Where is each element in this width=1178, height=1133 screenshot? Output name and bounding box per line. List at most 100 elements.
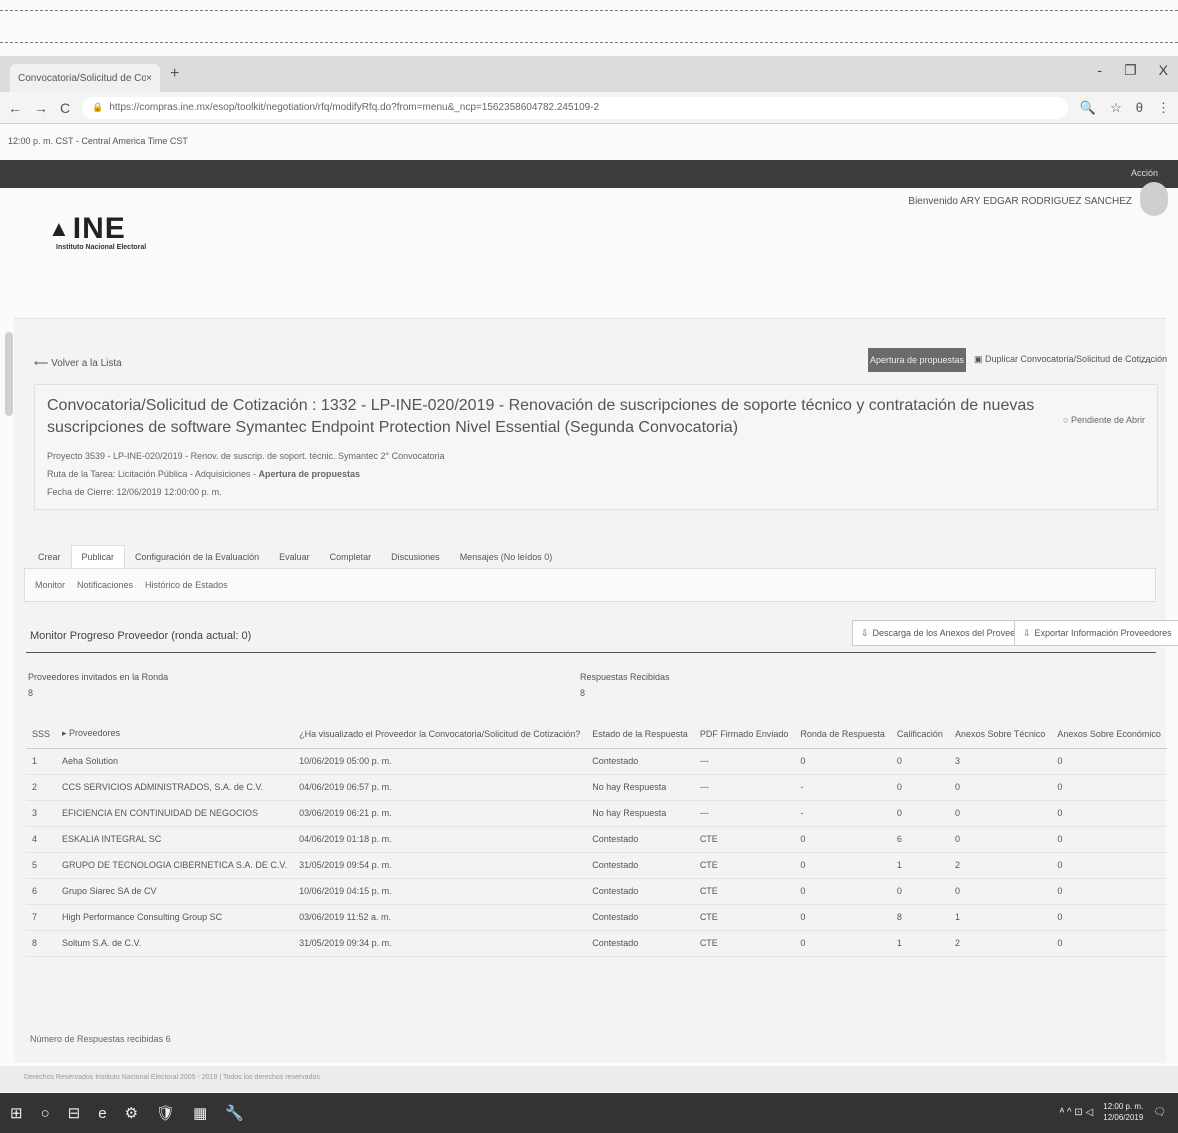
minimize-icon[interactable]: - (1097, 62, 1102, 79)
table-cell: 0 (948, 878, 1052, 905)
col-estado[interactable]: Estado de la Respuesta (586, 720, 694, 749)
back-icon: ⟵ (34, 358, 49, 369)
supplier-name-cell[interactable]: CCS SERVICIOS ADMINISTRADOS, S.A. de C.V… (56, 774, 294, 801)
page: Convocatoria/Solicitud de Coti × + - ❐ X… (0, 0, 1178, 1133)
table-header-row: SSS ▸ Proveedores ¿Ha visualizado el Pro… (26, 720, 1167, 749)
back-arrow-icon[interactable]: ← (8, 100, 22, 116)
export-info-button[interactable]: ⇩ Exportar Información Proveedores (1014, 620, 1178, 646)
table-cell: 3 (26, 800, 57, 827)
scrollbar[interactable] (5, 332, 13, 416)
avatar[interactable] (1140, 182, 1168, 216)
browser-toolbar: ← → C 🔒 https://compras.ine.mx/esop/tool… (0, 92, 1178, 124)
col-anexos-tecnico[interactable]: Anexos Sobre Técnico (948, 720, 1052, 749)
table-cell: 0 (890, 800, 949, 827)
supplier-name-cell[interactable]: Grupo Siarec SA de CV (56, 878, 294, 905)
window-controls: - ❐ X (1097, 62, 1168, 79)
maximize-icon[interactable]: ❐ (1124, 62, 1137, 79)
col-calificacion[interactable]: Calificación (890, 720, 949, 749)
table-cell: 0 (1051, 904, 1167, 931)
tool-icon[interactable]: 🔧 (225, 1104, 244, 1122)
apertura-propuestas-button[interactable]: Apertura de propuestas (868, 348, 966, 372)
table-cell: 7 (26, 904, 57, 931)
close-tab-icon[interactable]: × (146, 73, 152, 84)
subtab-monitor[interactable]: Monitor (35, 580, 65, 590)
col-visualizado[interactable]: ¿Ha visualizado el Proveedor la Convocat… (293, 720, 587, 749)
table-cell: 0 (1051, 878, 1167, 905)
table-cell: Contestado (586, 930, 694, 957)
table-cell: 8 (26, 930, 57, 957)
received-count: 8 (580, 688, 586, 698)
clock[interactable]: 12:00 p. m. 12/06/2019 (1103, 1101, 1143, 1123)
back-to-list-link[interactable]: ⟵ Volver a la Lista (34, 358, 122, 369)
tab-discusiones[interactable]: Discusiones (381, 546, 450, 568)
tray-icons[interactable]: ᴬ ^ ⊡ ◁ (1060, 1107, 1094, 1118)
table-cell: 2 (948, 852, 1052, 879)
table-cell: CTE (693, 930, 795, 957)
notification-icon[interactable]: 🗨 (1153, 1107, 1166, 1118)
tab-evaluar[interactable]: Evaluar (269, 546, 320, 568)
col-sss[interactable]: SSS (26, 720, 57, 749)
zoom-icon[interactable]: 🔍 (1080, 100, 1096, 116)
bookmark-star-icon[interactable]: ☆ (1110, 100, 1122, 116)
tab-configuracion[interactable]: Configuración de la Evaluación (125, 546, 269, 568)
col-proveedores[interactable]: ▸ Proveedores (56, 720, 294, 749)
table-cell: 0 (794, 852, 891, 879)
supplier-name-cell[interactable]: GRUPO DE TECNOLOGIA CIBERNETICA S.A. DE … (56, 852, 294, 879)
ine-logo: ▲ INE Instituto Nacional Electoral (48, 212, 158, 251)
lock-icon: 🔒 (92, 102, 104, 112)
route-meta: Ruta de la Tarea: Licitación Pública - A… (47, 469, 360, 479)
timezone-text: 12:00 p. m. CST - Central America Time C… (8, 136, 188, 146)
url-bar[interactable]: 🔒 https://compras.ine.mx/esop/toolkit/ne… (82, 96, 1068, 119)
tab-completar[interactable]: Completar (320, 546, 382, 568)
download-annexes-button[interactable]: ⇩ Descarga de los Anexos del Proveedor (852, 620, 1038, 646)
search-icon[interactable]: ○ (41, 1105, 50, 1122)
table-cell: 0 (1051, 930, 1167, 957)
col-ronda[interactable]: Ronda de Respuesta (794, 720, 891, 749)
section-title: Monitor Progreso Proveedor (ronda actual… (30, 630, 252, 642)
start-icon[interactable]: ⊞ (10, 1104, 23, 1122)
table-cell: Contestado (586, 748, 694, 775)
col-anexos-economico[interactable]: Anexos Sobre Económico (1051, 720, 1167, 749)
browser-right-icons: 🔍 ☆ θ ⋮ (1080, 100, 1170, 116)
close-window-icon[interactable]: X (1159, 62, 1168, 79)
table-cell: 04/06/2019 06:57 p. m. (293, 774, 587, 801)
shield-icon[interactable]: 🛡 (156, 1104, 175, 1122)
subtab-historico[interactable]: Histórico de Estados (145, 580, 228, 590)
table-cell: 0 (1051, 800, 1167, 827)
supplier-name-cell[interactable]: EFICIENCIA EN CONTINUIDAD DE NEGOCIOS (56, 800, 294, 827)
tab-publicar[interactable]: Publicar (70, 545, 126, 568)
task-view-icon[interactable]: ⊟ (68, 1104, 81, 1122)
app-grid-icon[interactable]: ▦ (193, 1104, 207, 1122)
site-top-bar: Acción (0, 160, 1178, 188)
table-cell: --- (693, 800, 795, 827)
duplicate-button[interactable]: ▣ Duplicar Convocatoria/Solicitud de Cot… (974, 354, 1167, 365)
supplier-name-cell[interactable]: Soltum S.A. de C.V. (56, 930, 294, 957)
col-pdf[interactable]: PDF Firmado Enviado (693, 720, 795, 749)
menu-icon[interactable]: ⋮ (1157, 100, 1170, 116)
route-value: Apertura de propuestas (258, 469, 360, 479)
table-row: 5 GRUPO DE TECNOLOGIA CIBERNETICA S.A. DE… (26, 852, 1167, 879)
supplier-name-cell[interactable]: ESKALIA INTEGRAL SC (56, 826, 294, 853)
table-cell: Contestado (586, 878, 694, 905)
table-row: 8 Soltum S.A. de C.V. 31/05/2019 09:34 p. … (26, 930, 1167, 957)
subtab-notificaciones[interactable]: Notificaciones (77, 580, 133, 590)
table-cell: --- (693, 774, 795, 801)
more-options-button[interactable]: ... (1140, 350, 1152, 366)
profile-icon[interactable]: θ (1136, 100, 1143, 116)
settings-icon[interactable]: ⚙ (125, 1104, 138, 1122)
reload-icon[interactable]: C (60, 100, 70, 116)
footer-strip: Derechos Reservados Instituto Nacional E… (0, 1066, 1178, 1092)
tab-mensajes[interactable]: Mensajes (No leídos 0) (450, 546, 563, 568)
forward-arrow-icon[interactable]: → (34, 100, 48, 116)
new-tab-icon[interactable]: + (170, 65, 179, 83)
table-row: 4 ESKALIA INTEGRAL SC 04/06/2019 01:18 p. … (26, 826, 1167, 853)
table-cell: 4 (26, 826, 57, 853)
table-cell: 3 (948, 748, 1052, 775)
top-bar-action[interactable]: Acción (1131, 168, 1158, 178)
edge-icon[interactable]: e (98, 1105, 106, 1122)
browser-tab[interactable]: Convocatoria/Solicitud de Coti × (10, 64, 160, 92)
supplier-name-cell[interactable]: Aeha Solution (56, 748, 294, 775)
tab-crear[interactable]: Crear (28, 546, 71, 568)
supplier-name-cell[interactable]: High Performance Consulting Group SC (56, 904, 294, 931)
table-cell: 0 (794, 748, 891, 775)
